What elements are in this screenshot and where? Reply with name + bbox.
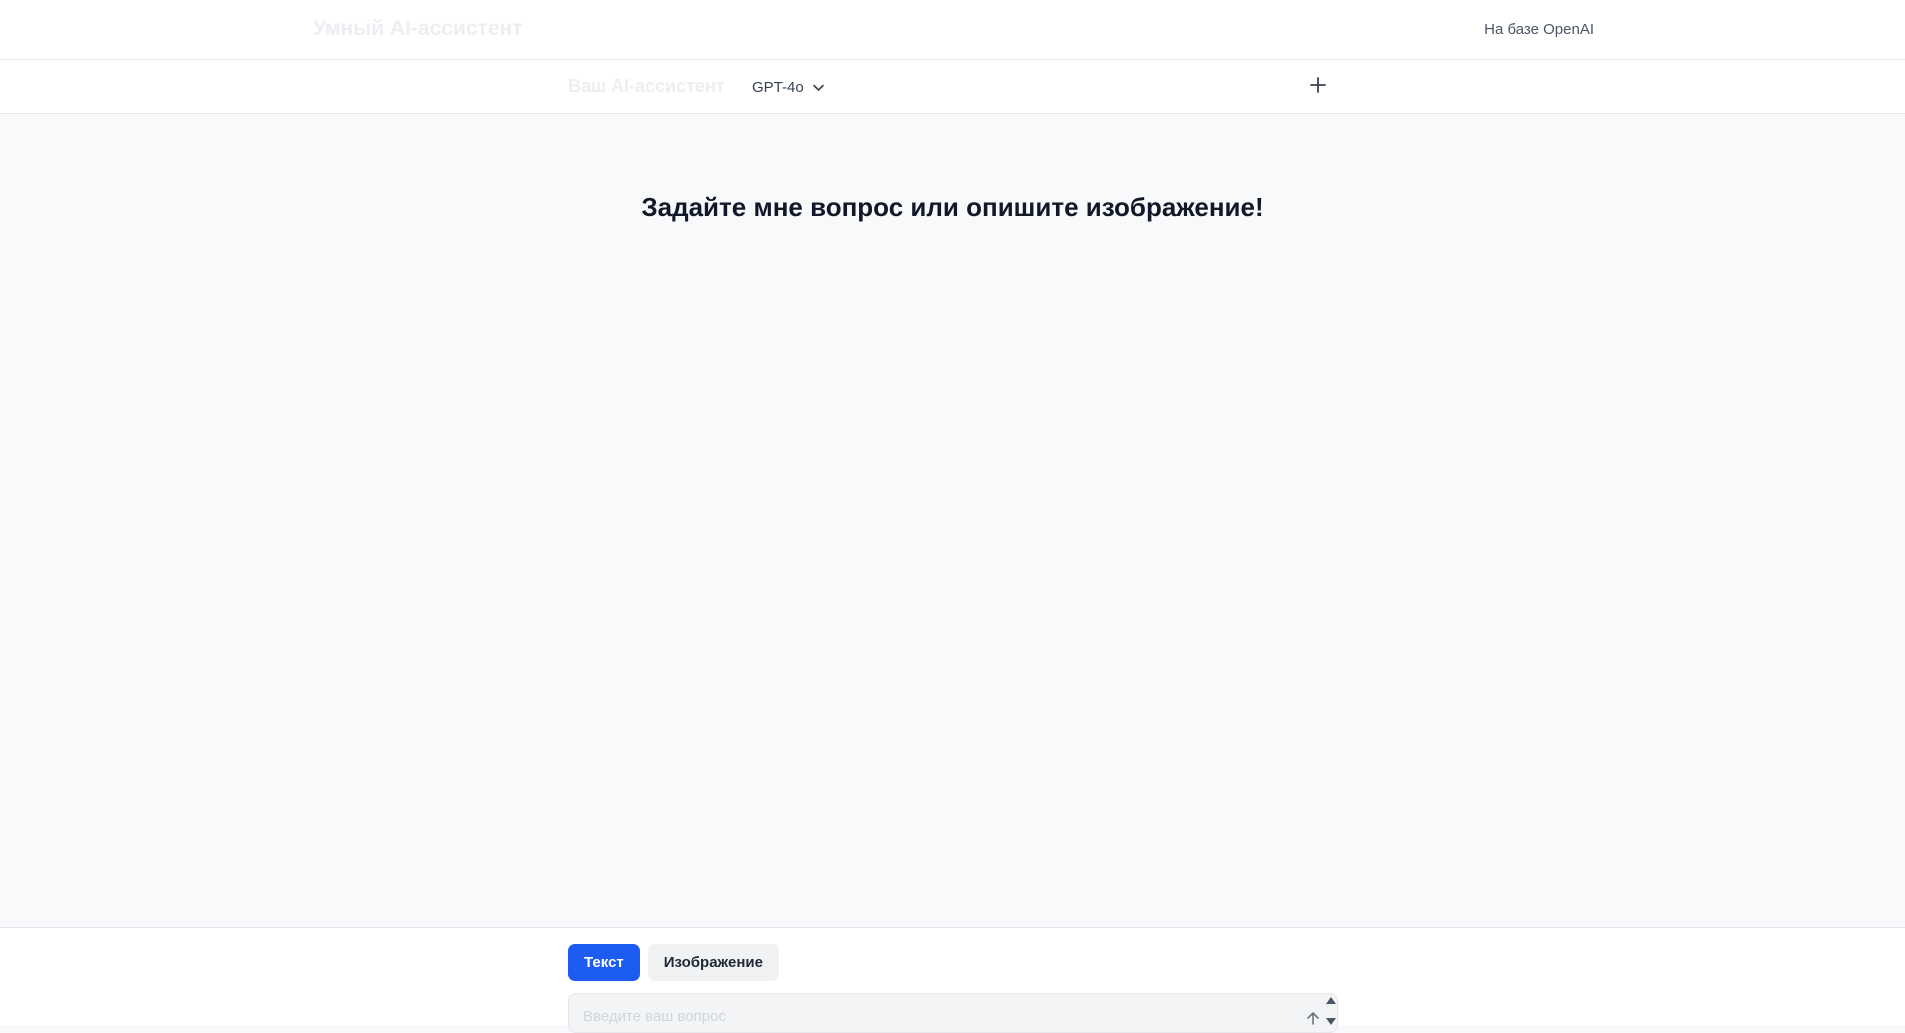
input-scroll-control bbox=[1325, 997, 1337, 1025]
tab-image[interactable]: Изображение bbox=[647, 944, 779, 981]
message-input-container bbox=[568, 993, 1338, 1033]
powered-by-label: На базе OpenAI bbox=[1484, 21, 1594, 38]
chat-toolbar: Ваш AI-ассистент GPT-4o bbox=[0, 60, 1905, 114]
model-selector[interactable]: GPT-4o bbox=[752, 76, 825, 98]
chevron-down-icon bbox=[812, 81, 825, 94]
scroll-up-icon[interactable] bbox=[1326, 997, 1336, 1004]
mode-tabs: Текст Изображение bbox=[568, 944, 779, 981]
top-header: Умный AI-ассистент На базе OpenAI bbox=[0, 0, 1905, 60]
chat-area: Задайте мне вопрос или опишите изображен… bbox=[0, 114, 1905, 927]
new-chat-button[interactable] bbox=[1306, 75, 1330, 99]
message-input[interactable] bbox=[569, 994, 1299, 1032]
tab-text[interactable]: Текст bbox=[568, 944, 640, 981]
send-button[interactable] bbox=[1304, 1011, 1322, 1029]
welcome-message: Задайте мне вопрос или опишите изображен… bbox=[641, 192, 1264, 222]
composer-bar: Текст Изображение bbox=[0, 927, 1905, 1033]
app-title: Умный AI-ассистент bbox=[313, 17, 523, 40]
assistant-title: Ваш AI-ассистент bbox=[568, 76, 725, 96]
scroll-down-icon[interactable] bbox=[1326, 1018, 1336, 1025]
arrow-up-icon bbox=[1305, 1010, 1321, 1031]
model-selector-label: GPT-4o bbox=[752, 78, 804, 96]
plus-icon bbox=[1309, 76, 1327, 99]
